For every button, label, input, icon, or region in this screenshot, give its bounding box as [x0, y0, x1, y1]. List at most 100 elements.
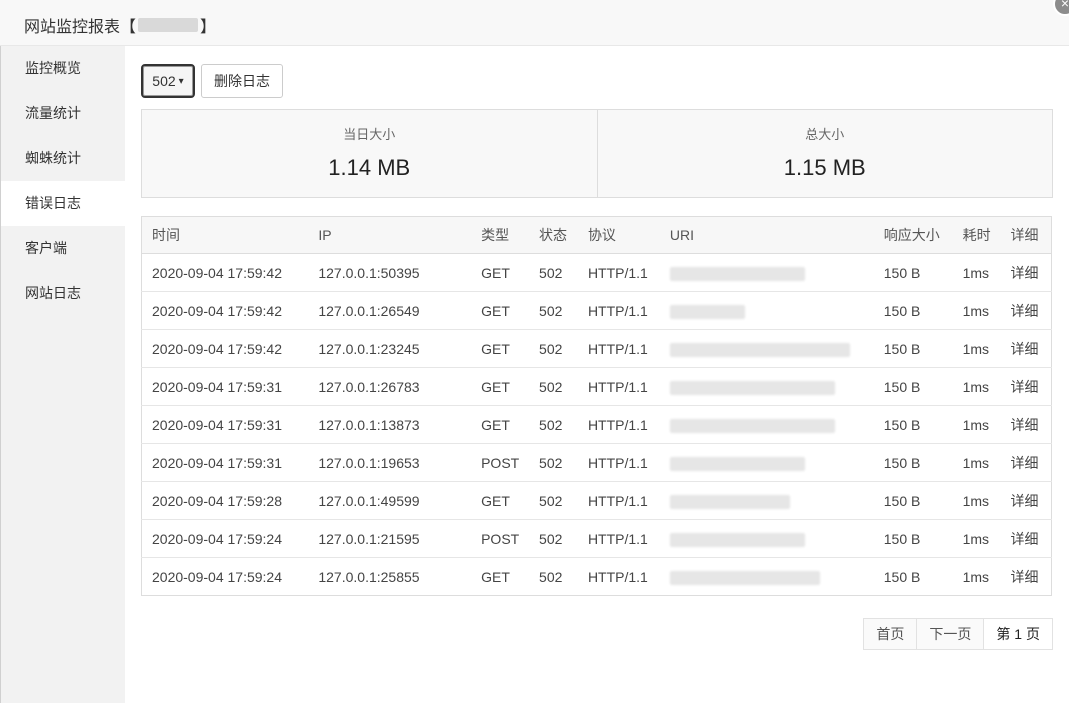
col-header-detail: 详细 — [1000, 216, 1052, 254]
row-status: 502 — [529, 367, 578, 406]
table-header-row: 时间 IP 类型 状态 协议 URI 响应大小 耗时 详细 — [141, 216, 1052, 254]
row-size: 150 B — [873, 519, 953, 558]
row-detail-link[interactable]: 详细 — [1001, 558, 1052, 596]
close-icon[interactable]: × — [1053, 0, 1069, 16]
row-status: 502 — [529, 405, 578, 444]
row-method: POST — [471, 443, 530, 482]
delete-log-button[interactable]: 删除日志 — [201, 64, 283, 98]
sidebar-item-spider[interactable]: 蜘蛛统计 — [1, 136, 125, 181]
sidebar: 监控概览 流量统计 蜘蛛统计 错误日志 客户端 网站日志 — [0, 46, 125, 703]
redacted-uri — [669, 304, 745, 319]
row-protocol: HTTP/1.1 — [577, 291, 660, 330]
row-ip: 127.0.0.1:49599 — [308, 481, 472, 520]
row-method: POST — [471, 519, 530, 558]
row-protocol: HTTP/1.1 — [587, 568, 648, 585]
row-status: 502 — [529, 291, 578, 330]
row-uri — [659, 367, 874, 406]
redacted-uri — [669, 456, 805, 471]
row-detail-link[interactable]: 详细 — [1000, 405, 1052, 444]
row-detail-link[interactable]: 详细 — [1000, 253, 1052, 292]
status-code-select[interactable]: 502 ▾ — [141, 64, 195, 98]
row-duration: 1ms — [952, 253, 1001, 292]
row-protocol: HTTP/1.1 — [577, 405, 660, 444]
row-time: 2020-09-04 17:59:42 — [141, 253, 309, 292]
first-page-button[interactable]: 首页 — [864, 619, 916, 649]
row-uri — [659, 405, 874, 444]
row-ip: 127.0.0.1:50395 — [308, 253, 472, 292]
redacted-uri — [669, 418, 835, 433]
row-method: GET — [471, 291, 530, 330]
row-duration: 1ms — [962, 568, 990, 585]
status-code-value: 502 — [152, 73, 176, 89]
sidebar-item-overview[interactable]: 监控概览 — [1, 46, 125, 91]
row-size: 150 B — [883, 568, 921, 585]
sidebar-item-site-log[interactable]: 网站日志 — [1, 271, 125, 316]
row-detail-link[interactable]: 详细 — [1000, 519, 1052, 558]
toolbar: 502 ▾ 删除日志 — [141, 64, 283, 98]
redacted-uri — [669, 570, 820, 585]
col-header-ip: IP — [308, 216, 472, 254]
col-header-uri: URI — [659, 216, 874, 254]
col-header-duration: 耗时 — [952, 216, 1001, 254]
row-size: 150 B — [873, 329, 953, 368]
row-uri — [659, 443, 874, 482]
sidebar-item-client[interactable]: 客户端 — [1, 226, 125, 271]
row-protocol: HTTP/1.1 — [577, 367, 660, 406]
row-uri — [659, 519, 874, 558]
redacted-uri — [669, 266, 805, 281]
sidebar-item-error-log[interactable]: 错误日志 — [1, 181, 125, 226]
chevron-down-icon: ▾ — [178, 75, 184, 87]
row-size: 150 B — [873, 481, 953, 520]
row-ip: 127.0.0.1:19653 — [308, 443, 472, 482]
col-header-status: 状态 — [529, 216, 578, 254]
redacted-site-name — [138, 18, 199, 32]
total-size-stat: 总大小 1.15 MB — [596, 110, 1053, 197]
row-ip: 127.0.0.1:26783 — [308, 367, 472, 406]
table-row: 2020-09-04 17:59:31 127.0.0.1:13873 GET 502… — [141, 405, 1052, 444]
next-page-button[interactable]: 下一页 — [916, 619, 983, 649]
row-method: GET — [471, 253, 530, 292]
row-time: 2020-09-04 17:59:31 — [141, 405, 309, 444]
sidebar-item-traffic[interactable]: 流量统计 — [1, 91, 125, 136]
table-row: 2020-09-04 17:59:42 127.0.0.1:26549 GET 502… — [141, 291, 1052, 330]
title-suffix: 】 — [200, 19, 217, 36]
row-status: 502 — [529, 481, 578, 520]
row-duration: 1ms — [952, 367, 1001, 406]
redacted-uri — [669, 532, 805, 547]
row-ip: 127.0.0.1:23245 — [308, 329, 472, 368]
col-header-protocol: 协议 — [577, 216, 660, 254]
table-row: 2020-09-04 17:59:28 127.0.0.1:49599 GET 502… — [141, 481, 1052, 520]
current-page-indicator: 第 1 页 — [983, 619, 1052, 649]
row-ip: 127.0.0.1:26549 — [308, 291, 472, 330]
table-row: 2020-09-04 17:59:31 127.0.0.1:19653 POST 50… — [141, 443, 1052, 482]
row-duration: 1ms — [952, 405, 1001, 444]
row-method: GET — [471, 329, 530, 368]
total-size-label: 总大小 — [805, 127, 845, 142]
row-detail-link[interactable]: 详细 — [1000, 481, 1052, 520]
row-duration: 1ms — [952, 291, 1001, 330]
row-uri — [659, 291, 874, 330]
row-status: 502 — [529, 519, 578, 558]
today-size-stat: 当日大小 1.14 MB — [142, 110, 597, 197]
table-row: 2020-09-04 17:59:24 127.0.0.1:21595 POST 50… — [141, 519, 1052, 558]
row-ip: 127.0.0.1:21595 — [308, 519, 472, 558]
table-row: 2020-09-04 17:59:24 127.0.0.1:25855 GET 502… — [142, 558, 1052, 596]
row-size: 150 B — [873, 405, 953, 444]
table-row: 2020-09-04 17:59:31 127.0.0.1:26783 GET 502… — [141, 367, 1052, 406]
title-prefix: 网站监控报表【 — [24, 19, 137, 36]
row-uri — [659, 481, 874, 520]
table-row: 2020-09-04 17:59:42 127.0.0.1:50395 GET 502… — [141, 253, 1052, 292]
size-stats: 当日大小 1.14 MB 总大小 1.15 MB — [141, 109, 1053, 198]
error-log-table: 时间 IP 类型 状态 协议 URI 响应大小 耗时 详细 2020-09-04… — [141, 216, 1052, 596]
col-header-size: 响应大小 — [873, 216, 953, 254]
row-ip: 127.0.0.1:13873 — [308, 405, 472, 444]
window-titlebar: 网站监控报表【 】 × — [0, 0, 1069, 46]
row-detail-link[interactable]: 详细 — [1000, 329, 1052, 368]
row-detail-link[interactable]: 详细 — [1000, 291, 1052, 330]
row-protocol: HTTP/1.1 — [577, 329, 660, 368]
row-time: 2020-09-04 17:59:42 — [141, 329, 309, 368]
row-method: GET — [471, 367, 530, 406]
row-detail-link[interactable]: 详细 — [1000, 367, 1052, 406]
row-status: 502 — [529, 443, 578, 482]
row-detail-link[interactable]: 详细 — [1000, 443, 1052, 482]
